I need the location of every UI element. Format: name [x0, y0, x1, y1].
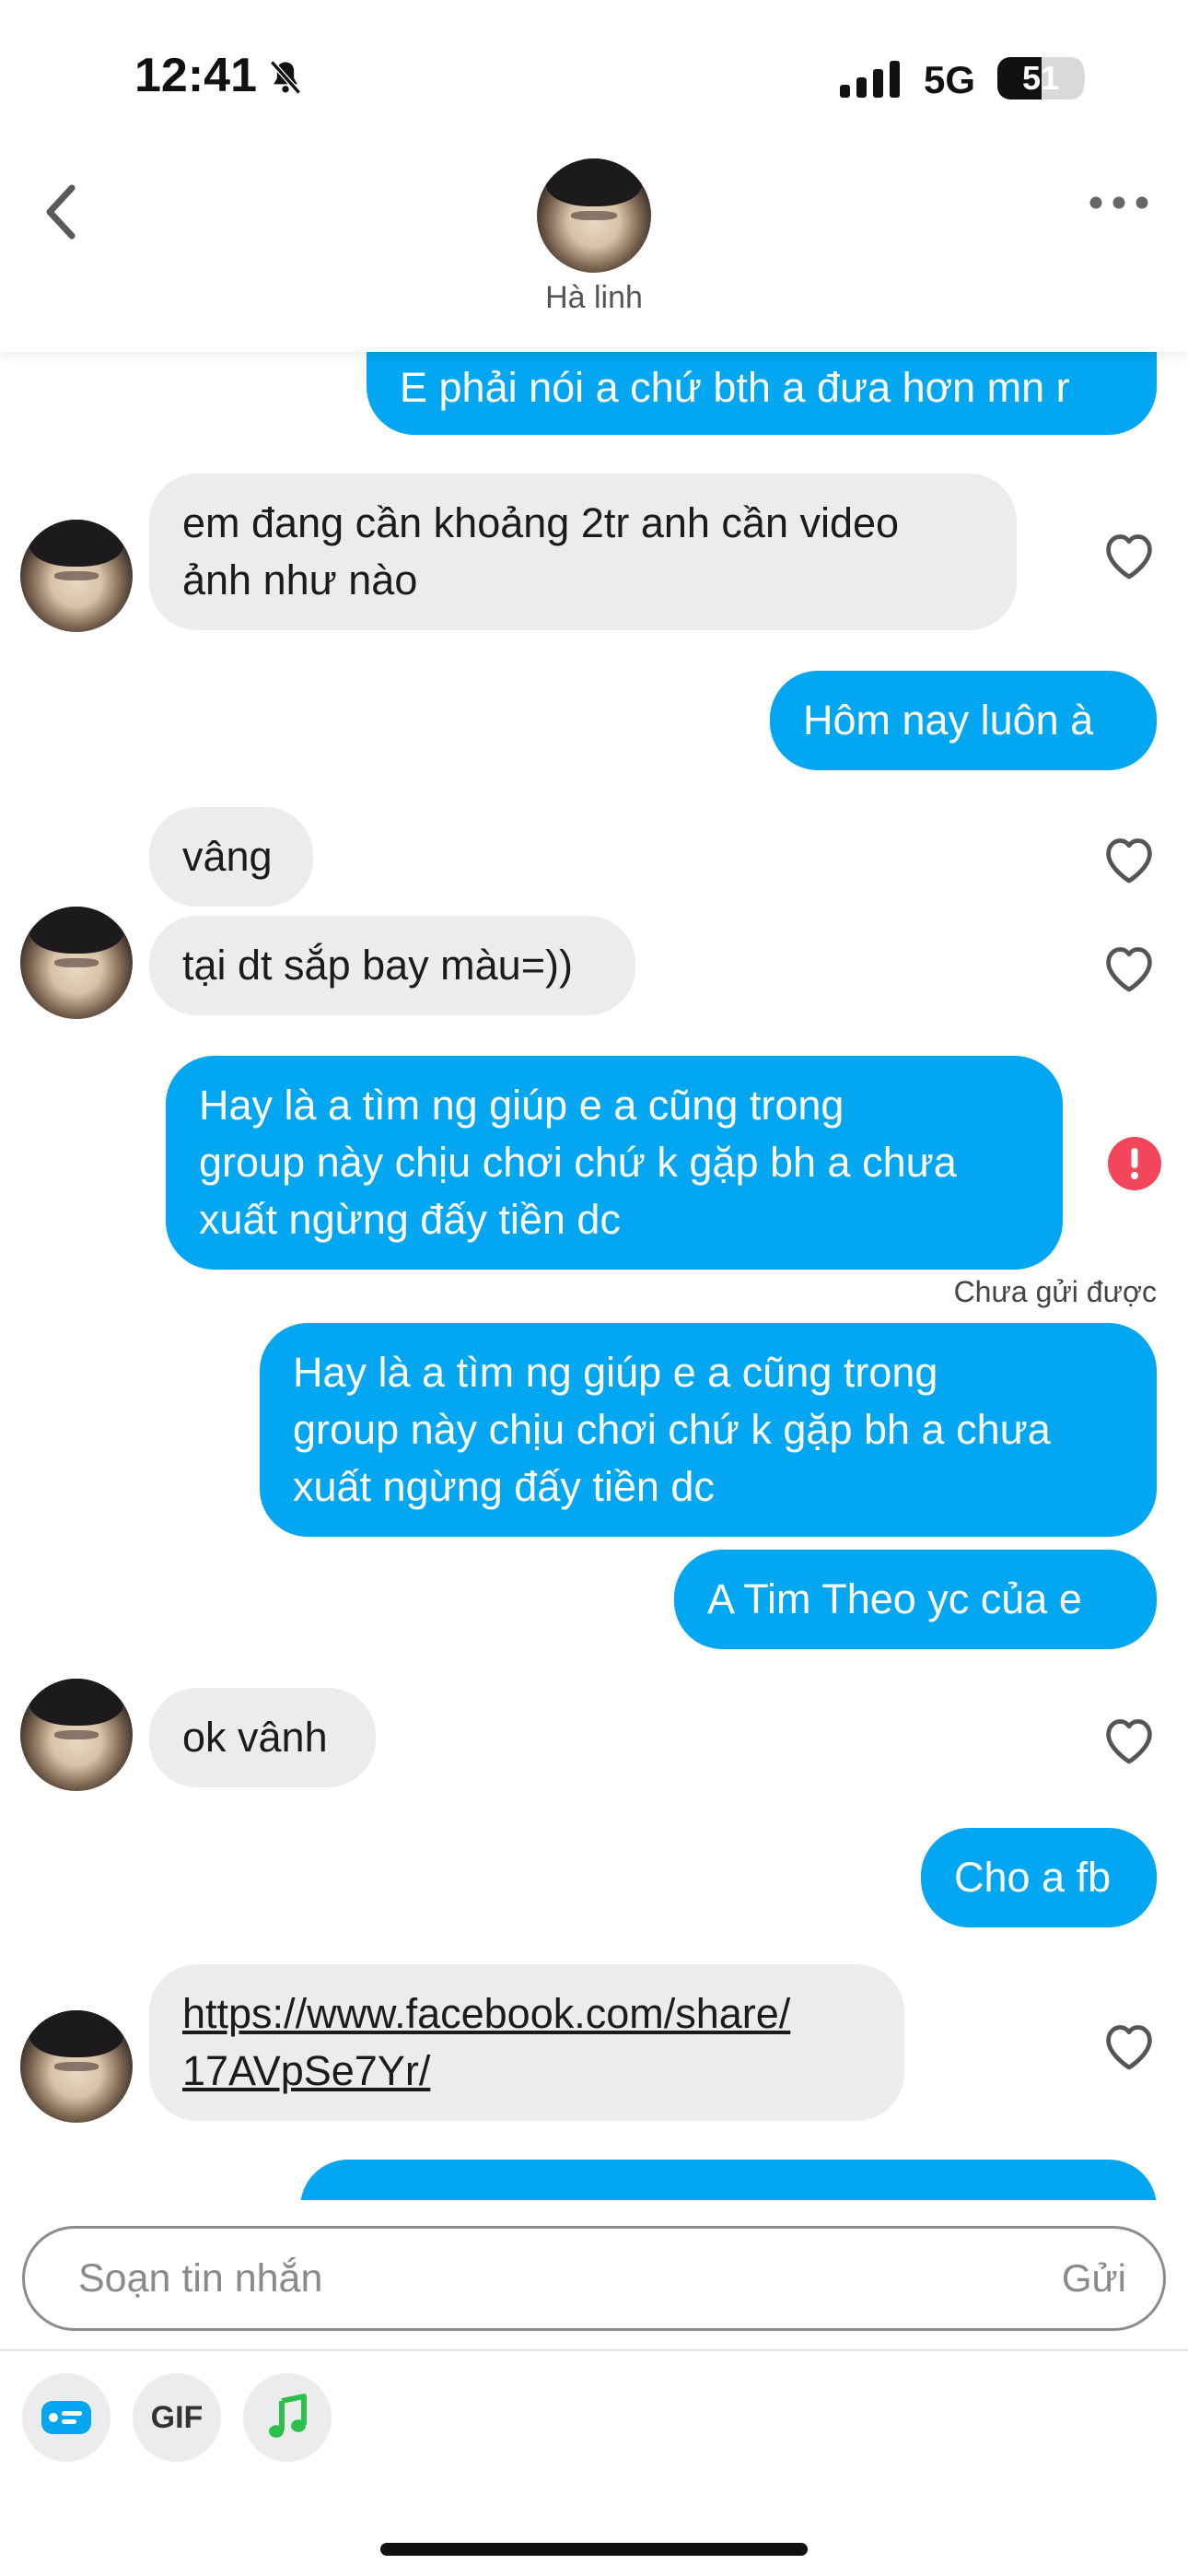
- message-text: Hay là a tìm ng giúp e a cũng trong grou…: [293, 1349, 1051, 1510]
- heart-icon[interactable]: [1100, 2018, 1159, 2071]
- message-text: vâng: [182, 833, 273, 880]
- sender-avatar[interactable]: [20, 520, 133, 632]
- message-bubble-incoming[interactable]: https://www.facebook.com/share/ 17AVpSe7…: [149, 1964, 904, 2121]
- message-list[interactable]: E phải nói a chứ bth a đưa hơn mn r em đ…: [0, 341, 1188, 2202]
- message-link[interactable]: https://www.facebook.com/share/ 17AVpSe7…: [182, 1985, 790, 2100]
- contact-avatar[interactable]: [537, 158, 651, 273]
- gif-button[interactable]: GIF: [133, 2373, 221, 2462]
- message-bubble-outgoing[interactable]: Cho a fb: [921, 1828, 1157, 1927]
- message-bubble-incoming[interactable]: em đang cần khoảng 2tr anh cần video ảnh…: [149, 474, 1017, 630]
- message-text: A Tim Theo yc của e: [707, 1575, 1082, 1622]
- more-dots-icon[interactable]: [1087, 189, 1151, 217]
- battery-icon: 51: [997, 57, 1084, 100]
- heart-icon[interactable]: [1100, 831, 1159, 884]
- message-text: em đang cần khoảng 2tr anh cần video ảnh…: [182, 499, 900, 603]
- status-time: 12:41: [134, 49, 257, 102]
- message-input[interactable]: Soạn tin nhắn Gửi: [22, 2226, 1166, 2331]
- message-bubble-incoming[interactable]: vâng: [149, 807, 313, 907]
- message-bubble-outgoing[interactable]: Hay là a tìm ng giúp e a cũng trong grou…: [166, 1056, 1063, 1270]
- message-text: Hay là a tìm ng giúp e a cũng trong grou…: [199, 1082, 957, 1243]
- sticker-button[interactable]: [22, 2373, 111, 2462]
- message-bubble-outgoing[interactable]: Hôm nay luôn à: [770, 671, 1157, 770]
- heart-icon[interactable]: [1100, 527, 1159, 580]
- message-bubble-outgoing[interactable]: Hay là a tìm ng giúp e a cũng trong grou…: [260, 1323, 1157, 1537]
- send-failed-label: Chưa gửi được: [953, 1275, 1157, 1308]
- error-exclamation-icon[interactable]: [1107, 1136, 1162, 1191]
- contact-name[interactable]: Hà linh: [410, 280, 778, 316]
- composer-divider: [0, 2349, 1188, 2351]
- battery-level: 51: [1021, 59, 1060, 97]
- message-text: Cho a fb: [954, 1854, 1112, 1901]
- message-bubble-outgoing[interactable]: A Tim Theo yc của e: [674, 1550, 1157, 1649]
- cellular-signal-icon: [840, 61, 900, 98]
- chevron-left-icon[interactable]: [37, 175, 92, 249]
- sender-avatar[interactable]: [20, 907, 133, 1019]
- battery-tip: [1077, 70, 1085, 87]
- sender-avatar[interactable]: [20, 1679, 133, 1791]
- message-input-placeholder: Soạn tin nhắn: [78, 2256, 323, 2301]
- bell-slash-icon: [270, 60, 301, 95]
- message-text: Hôm nay luôn à: [803, 697, 1094, 744]
- music-button[interactable]: [243, 2373, 332, 2462]
- chat-header: Hà linh: [0, 138, 1188, 352]
- sender-avatar[interactable]: [20, 2010, 133, 2123]
- message-text: tại dt sắp bay màu=)): [182, 942, 573, 989]
- music-note-icon: [269, 2394, 307, 2438]
- message-bubble-incoming[interactable]: tại dt sắp bay màu=)): [149, 916, 635, 1015]
- message-bubble-incoming[interactable]: ok vânh: [149, 1688, 376, 1787]
- heart-icon[interactable]: [1100, 1712, 1159, 1765]
- gif-label: GIF: [150, 2399, 204, 2435]
- message-bubble-outgoing[interactable]: E phải nói a chứ bth a đưa hơn mn r: [367, 341, 1157, 435]
- message-bubble-outgoing[interactable]: [300, 2160, 1157, 2202]
- send-button[interactable]: Gửi: [1062, 2256, 1126, 2301]
- status-bar: 12:41 5G 51: [0, 0, 1188, 157]
- home-indicator[interactable]: [380, 2543, 808, 2556]
- sticker-icon: [41, 2401, 91, 2434]
- message-text: E phải nói a chứ bth a đưa hơn mn r: [400, 364, 1070, 411]
- composer: Soạn tin nhắn Gửi GIF: [0, 2200, 1188, 2576]
- heart-icon[interactable]: [1100, 940, 1159, 993]
- message-text: ok vânh: [182, 1714, 328, 1761]
- network-type: 5G: [924, 58, 976, 101]
